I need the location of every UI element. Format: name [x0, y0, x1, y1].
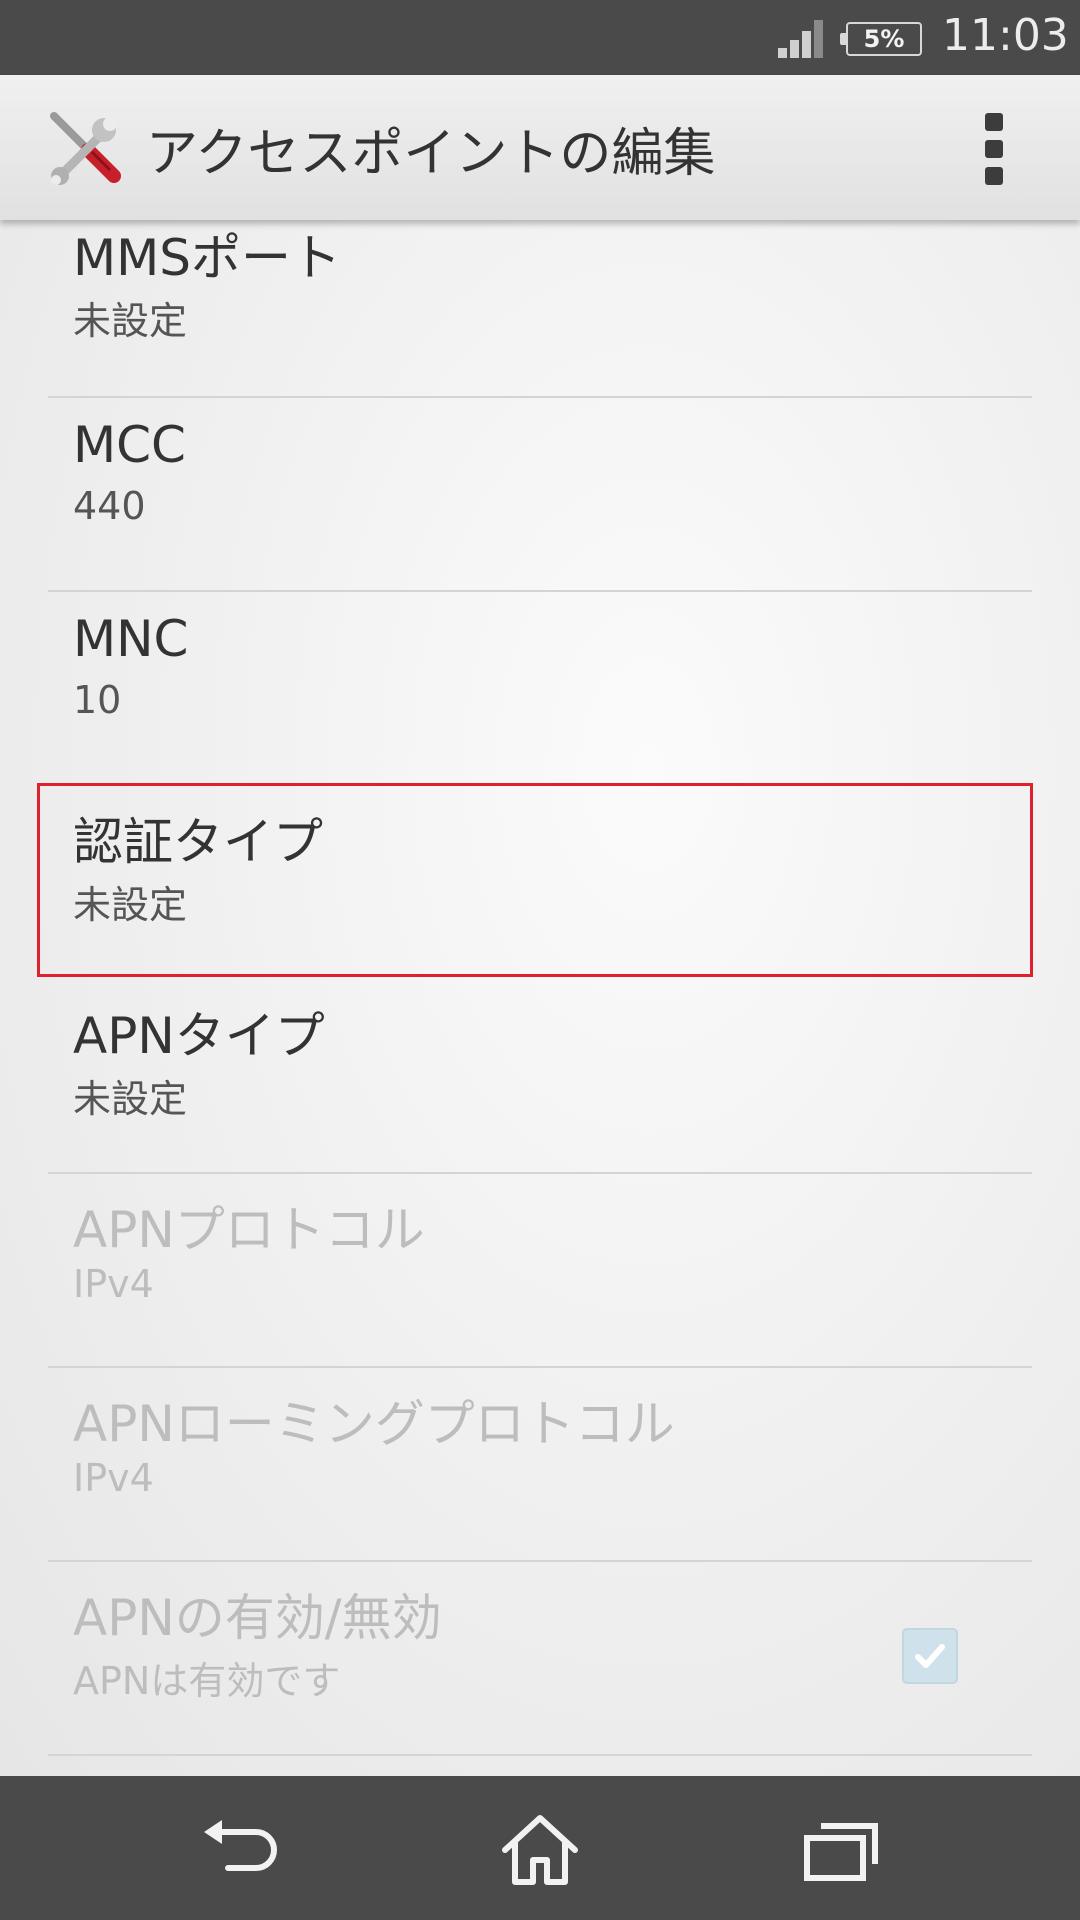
setting-value: IPv4 — [73, 1456, 154, 1500]
checkmark-icon — [915, 1644, 945, 1668]
setting-label: APNの有効/無効 — [73, 1589, 442, 1647]
clock: 11:03 — [942, 10, 1069, 61]
setting-value: 440 — [73, 484, 146, 528]
setting-apn-enable: APNの有効/無効 APNは有効です — [48, 1562, 1032, 1756]
setting-apn-type[interactable]: APNタイプ 未設定 — [48, 980, 1032, 1174]
setting-value: 10 — [73, 678, 122, 722]
overflow-menu-icon[interactable] — [978, 113, 1012, 185]
back-icon[interactable] — [198, 1812, 288, 1888]
signal-icon — [778, 20, 824, 58]
apn-enabled-checkbox — [902, 1628, 958, 1684]
page-title: アクセスポイントの編集 — [146, 124, 716, 184]
setting-mms-port[interactable]: MMSポート 未設定 — [48, 220, 1032, 394]
setting-value: IPv4 — [73, 1262, 154, 1306]
status-bar: 5% 11:03 — [0, 0, 1080, 75]
battery-indicator: 5% — [840, 22, 922, 56]
setting-label: MCC — [73, 416, 186, 474]
divider — [48, 1754, 1032, 1756]
recents-icon[interactable] — [795, 1812, 885, 1888]
setting-label: MMSポート — [73, 229, 342, 287]
setting-label: APNローミングプロトコル — [73, 1395, 675, 1453]
setting-label: MNC — [73, 610, 189, 668]
tools-icon — [50, 112, 121, 185]
navigation-bar — [0, 1776, 1080, 1920]
setting-value: 未設定 — [73, 299, 188, 343]
setting-label: APNタイプ — [73, 1007, 325, 1065]
action-bar: アクセスポイントの編集 — [0, 75, 1080, 220]
highlight-box — [37, 783, 1033, 977]
home-icon[interactable] — [495, 1812, 585, 1888]
setting-apn-roaming-protocol: APNローミングプロトコル IPv4 — [48, 1368, 1032, 1562]
settings-list: MMSポート 未設定 MCC 440 MNC 10 認証タイプ 未設定 APNタ… — [0, 220, 1080, 1776]
battery-percent: 5% — [863, 25, 905, 53]
setting-mnc[interactable]: MNC 10 — [48, 592, 1032, 786]
setting-mcc[interactable]: MCC 440 — [48, 398, 1032, 592]
setting-apn-protocol: APNプロトコル IPv4 — [48, 1174, 1032, 1368]
setting-value: APNは有効です — [73, 1659, 341, 1703]
setting-label: APNプロトコル — [73, 1201, 425, 1259]
setting-value: 未設定 — [73, 1077, 188, 1121]
